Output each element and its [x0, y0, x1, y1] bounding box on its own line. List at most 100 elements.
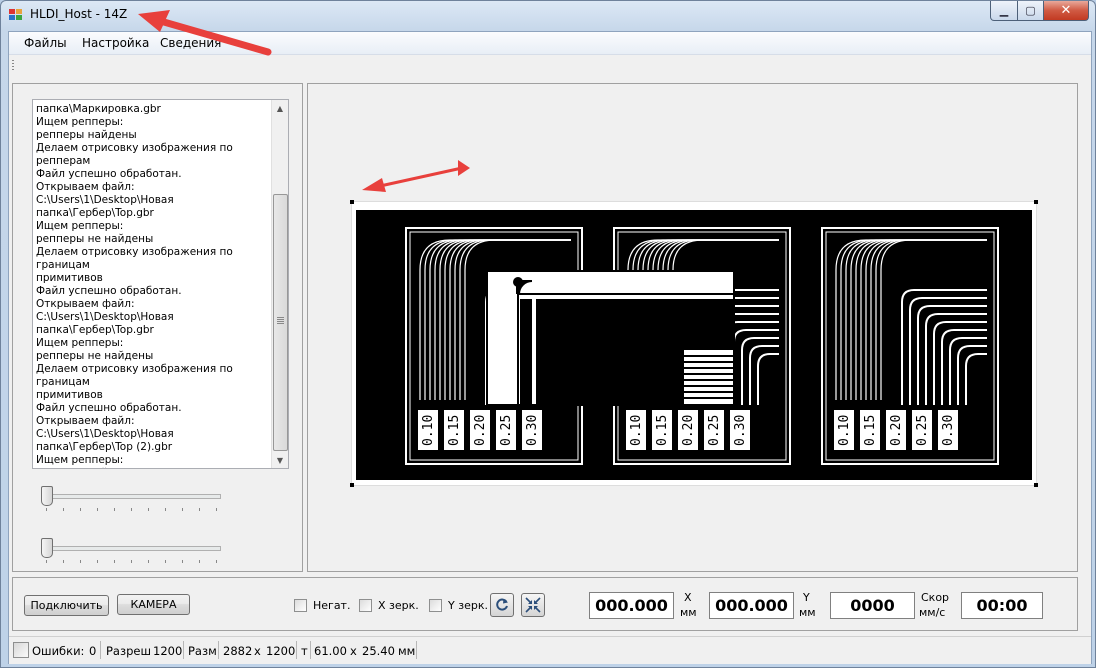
maximize-button[interactable]: ▢: [1018, 1, 1044, 21]
log-line: папка\Маркировка.gbr: [36, 103, 161, 115]
pcb-label: 0.30: [733, 415, 748, 446]
size-height: 1200: [266, 644, 296, 658]
app-icon: [9, 9, 23, 21]
connect-button[interactable]: Подключить: [24, 595, 109, 616]
pcb-trace: [965, 353, 987, 405]
log-line: Открываем файл: C:\Users\1\Desktop\Новая: [36, 181, 174, 206]
log-line: репперы найдены: [36, 467, 271, 468]
dim-width: 61.00: [314, 644, 347, 658]
pcb-label: 0.15: [447, 415, 462, 446]
pcb-label: 0.25: [915, 415, 930, 446]
x-mirror-checkbox-box[interactable]: [359, 599, 372, 612]
resize-handle[interactable]: [350, 483, 354, 487]
errors-label: Ошибки:: [32, 644, 85, 658]
t-label: т: [301, 644, 308, 658]
minimize-button[interactable]: ▁: [990, 1, 1018, 21]
pcb-label: 0.20: [473, 415, 488, 446]
log-line: Файл успешно обработан.: [36, 285, 182, 297]
fit-button[interactable]: [521, 593, 545, 617]
pcb-label: 0.20: [681, 415, 696, 446]
pcb-trace: [733, 329, 779, 405]
client-area: Файлы Настройка Сведения папка\Маркировк…: [8, 31, 1092, 664]
scroll-down-icon[interactable]: ▼: [272, 452, 288, 468]
pcb-frame[interactable]: 0.10 0.15 0.20 0.25 0.30 0.10 0.15 0.20 0.25 0.30…: [350, 200, 1038, 487]
slider-2-track: [44, 546, 221, 551]
window-title: HLDI_Host - 14Z: [30, 7, 128, 21]
pcb-trace: [835, 239, 987, 400]
log-line: Ищем репперы:: [36, 220, 124, 232]
log-line: репперы найдены: [36, 129, 137, 141]
errors-value: 0: [89, 644, 97, 658]
left-panel: папка\Маркировка.gbr Ищем репперы: репперы…: [12, 83, 303, 572]
log-scrollbar[interactable]: ▲ ▼: [271, 100, 288, 468]
pcb-label: 0.25: [707, 415, 722, 446]
resize-handle[interactable]: [350, 200, 354, 204]
title-bar[interactable]: HLDI_Host - 14Z ▁ ▢ ✕: [1, 1, 1095, 31]
pcb-trace: [870, 239, 987, 400]
resize-handle[interactable]: [1034, 483, 1038, 487]
log-textbox[interactable]: папка\Маркировка.gbr Ищем репперы: репперы…: [32, 99, 289, 469]
pcb-label: 0.30: [525, 415, 540, 446]
slider-2[interactable]: [40, 537, 223, 563]
log-line: Открываем файл: C:\Users\1\Desktop\Новая: [36, 298, 174, 323]
errors-checkbox[interactable]: [13, 642, 29, 658]
close-icon: ✕: [1060, 3, 1072, 18]
log-lines: папка\Маркировка.gbr Ищем репперы: репперы…: [36, 103, 271, 468]
menu-info[interactable]: Сведения: [160, 36, 221, 50]
log-line: примитивов: [36, 272, 103, 284]
status-separator: [183, 641, 184, 659]
slider-1-thumb[interactable]: [41, 486, 53, 506]
time-readout: 00:00: [961, 592, 1043, 619]
y-mirror-checkbox[interactable]: Y зерк.: [429, 599, 488, 612]
pcb-label: 0.25: [499, 415, 514, 446]
y-mirror-checkbox-box[interactable]: [429, 599, 442, 612]
caption-buttons: ▁ ▢ ✕: [990, 1, 1089, 21]
pcb-trace: [757, 353, 779, 405]
log-line: папка\Гербер\Top.gbr: [36, 324, 154, 336]
log-line: Делаем отрисовку изображения по: [36, 142, 233, 154]
speed-unit-label: мм/с: [919, 606, 946, 619]
zoom-preview-image: [488, 272, 733, 404]
log-line: Ищем репперы:: [36, 454, 124, 466]
dim-x: x: [350, 644, 357, 658]
log-line: репперы не найдены: [36, 233, 154, 245]
negative-checkbox[interactable]: Негат.: [294, 599, 350, 612]
pcb-label: 0.20: [889, 415, 904, 446]
x-mirror-checkbox-label: X зерк.: [378, 599, 419, 612]
x-mirror-checkbox[interactable]: X зерк.: [359, 599, 419, 612]
menu-files[interactable]: Файлы: [24, 36, 67, 50]
slider-1-ticks: [46, 508, 217, 511]
camera-button[interactable]: КАМЕРА: [117, 594, 190, 615]
log-line: примитивов: [36, 389, 103, 401]
slider-2-ticks: [46, 560, 217, 563]
fit-arrows-icon: [525, 597, 541, 613]
resolution-value: 1200: [153, 644, 183, 658]
slider-1[interactable]: [40, 485, 223, 511]
pcb-trace: [941, 329, 987, 405]
x-readout: 000.000: [589, 592, 674, 619]
scroll-thumb[interactable]: [273, 194, 288, 451]
toolstrip-grip-icon[interactable]: [12, 60, 14, 72]
rotate-icon: [496, 598, 508, 611]
slider-2-thumb[interactable]: [41, 538, 53, 558]
resize-handle[interactable]: [1034, 200, 1038, 204]
rotate-button[interactable]: [490, 593, 514, 617]
log-line: Файл успешно обработан.: [36, 168, 182, 180]
dim-height: 25.40: [362, 644, 395, 658]
negative-checkbox-label: Негат.: [313, 599, 351, 612]
pcb-label: 0.15: [863, 415, 878, 446]
negative-checkbox-box[interactable]: [294, 599, 307, 612]
close-button[interactable]: ✕: [1044, 1, 1089, 21]
toolstrip: [9, 55, 1091, 73]
x-unit-label: мм: [680, 606, 697, 619]
menu-settings[interactable]: Настройка: [82, 36, 149, 50]
log-line: репперам: [36, 155, 91, 167]
slider-1-track: [44, 494, 221, 499]
image-viewer[interactable]: 0.10 0.15 0.20 0.25 0.30 0.10 0.15 0.20 0.25 0.30…: [307, 83, 1078, 572]
size-label: Разм: [188, 644, 217, 658]
y-readout: 000.000: [709, 592, 794, 619]
scroll-up-icon[interactable]: ▲: [272, 100, 288, 116]
log-line: Делаем отрисовку изображения по границам: [36, 246, 237, 271]
x-axis-label: X: [684, 591, 692, 604]
log-line: Файл успешно обработан.: [36, 402, 182, 414]
